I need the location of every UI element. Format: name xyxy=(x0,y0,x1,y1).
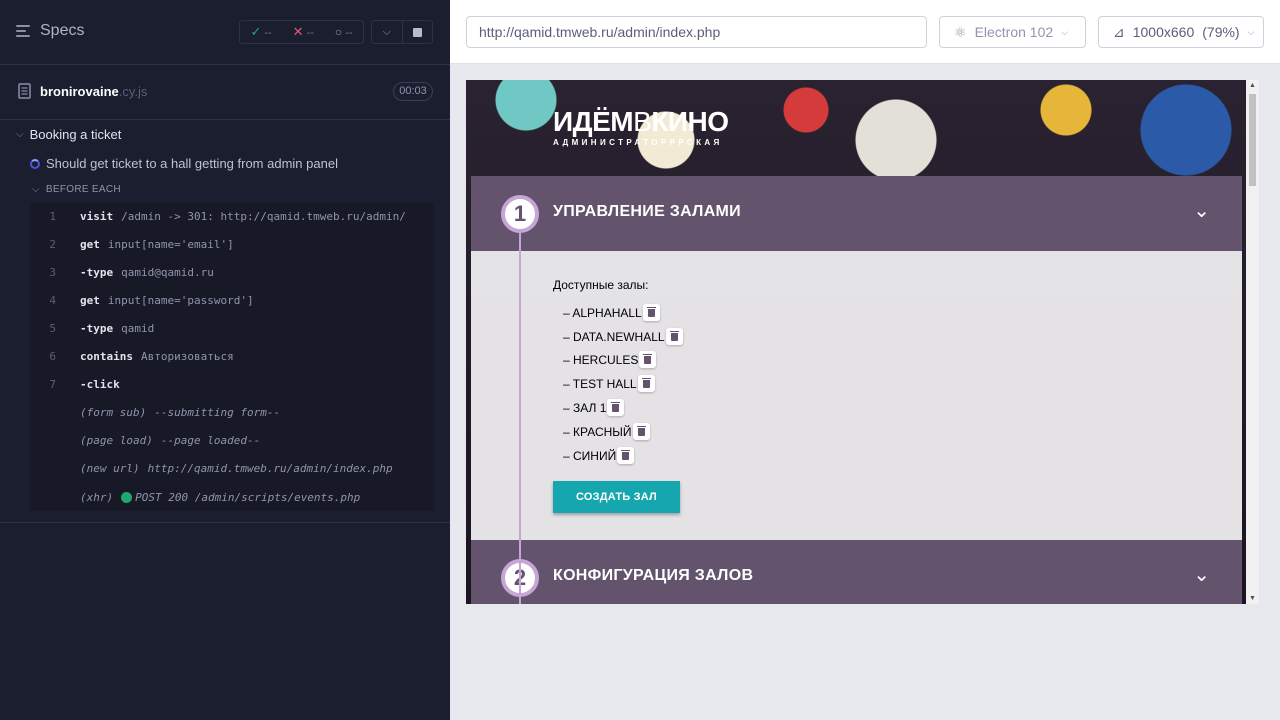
suite-title[interactable]: ⌵ Booking a ticket xyxy=(16,127,121,142)
duration-badge: 00:03 xyxy=(393,82,433,101)
event-row[interactable]: (xhr) POST 200 /admin/scripts/events.php xyxy=(30,483,434,511)
event-row[interactable]: (page load) --page loaded-- xyxy=(30,426,434,454)
stop-icon xyxy=(412,27,422,37)
stop-button[interactable] xyxy=(403,21,433,43)
running-spinner-icon xyxy=(30,158,40,169)
halls-label: Доступные залы: xyxy=(553,278,649,292)
url-bar[interactable]: http://qamid.tmweb.ru/admin/index.php xyxy=(466,16,927,48)
chevron-down-icon: ⌵ xyxy=(16,129,24,140)
electron-icon: ⚛ xyxy=(954,23,967,40)
hall-item: – КРАСНЫЙ xyxy=(563,423,650,440)
circle-notch-icon: ○ xyxy=(334,25,343,39)
trash-icon[interactable] xyxy=(665,328,683,345)
trash-icon[interactable] xyxy=(632,423,650,440)
menu-icon xyxy=(16,24,32,38)
hall-item: – TEST HALL xyxy=(563,375,655,392)
command-row[interactable]: 4 get input[name='password'] xyxy=(30,286,434,314)
reporter-panel: Specs ✓ -- ✕ -- ○ -- ⌵ bronirovaine.cy.j… xyxy=(0,0,450,720)
hall-item: – ALPHAHALL xyxy=(563,304,660,321)
trash-icon[interactable] xyxy=(637,375,655,392)
chevron-down-icon[interactable]: ⌄ xyxy=(1193,562,1210,587)
chevron-down-icon: ⌵ xyxy=(1061,26,1068,37)
chevron-down-icon: ⌵ xyxy=(1247,26,1255,37)
ruler-icon: ⊿ xyxy=(1113,23,1125,40)
trash-icon[interactable] xyxy=(639,351,657,368)
hall-item: – СИНИЙ xyxy=(563,447,635,464)
command-row[interactable]: 1 visit/admin -> 301: http://qamid.tmweb.… xyxy=(30,202,434,230)
chevron-down-icon: ⌵ xyxy=(32,184,40,195)
scroll-down-icon[interactable]: ▼ xyxy=(1249,595,1256,602)
site-logo: ИДЁМВКИНО АДМИНИСТРАТОРРРСКАЯ xyxy=(553,106,729,148)
section-hall-management-body: Доступные залы: – ALPHAHALL – DATA.NEWHA… xyxy=(471,251,1242,540)
app-frame: ИДЁМВКИНО АДМИНИСТРАТОРРРСКАЯ 1 УПРАВЛЕН… xyxy=(466,80,1259,604)
browser-selector[interactable]: ⚛ Electron 102 ⌵ xyxy=(939,16,1086,48)
trash-icon[interactable] xyxy=(642,304,660,321)
command-row[interactable]: 3 -type qamid@qamid.ru xyxy=(30,258,434,286)
specs-button[interactable]: Specs xyxy=(16,22,84,40)
chevron-down-icon[interactable]: ⌄ xyxy=(1193,198,1210,223)
viewport-info[interactable]: ⊿ 1000x660 (79%) ⌵ xyxy=(1098,16,1264,48)
run-controls: ⌵ xyxy=(371,20,433,44)
hook-title[interactable]: ⌵ BEFORE EACH xyxy=(32,184,121,195)
event-row[interactable]: (new url) http://qamid.tmweb.ru/admin/ind… xyxy=(30,454,434,482)
specs-label: Specs xyxy=(40,22,85,39)
chevron-down-icon[interactable]: ⌵ xyxy=(372,21,403,43)
hall-item: – ЗАЛ 1 xyxy=(563,399,625,416)
check-icon: ✓ xyxy=(250,24,262,39)
command-log: 1 visit/admin -> 301: http://qamid.tmweb.… xyxy=(30,202,434,511)
scrollbar-thumb[interactable] xyxy=(1249,94,1256,186)
x-icon: ✕ xyxy=(292,24,304,39)
event-row[interactable]: (form sub) --submitting form-- xyxy=(30,398,434,426)
section-hall-management-header[interactable]: 1 УПРАВЛЕНИЕ ЗАЛАМИ ⌄ xyxy=(471,176,1242,251)
vertical-scrollbar[interactable]: ▲ ▼ xyxy=(1246,80,1259,604)
section-title: КОНФИГУРАЦИЯ ЗАЛОВ xyxy=(553,567,754,584)
command-row[interactable]: 2 get input[name='email'] xyxy=(30,230,434,258)
hall-item: – HERCULES xyxy=(563,351,657,368)
admin-panel: 1 УПРАВЛЕНИЕ ЗАЛАМИ ⌄ Доступные залы: – … xyxy=(471,176,1242,604)
hall-item: – DATA.NEWHALL xyxy=(563,328,683,345)
command-row[interactable]: 6 contains Авторизоваться xyxy=(30,342,434,370)
passed-stat: ✓ -- xyxy=(250,24,272,39)
step-number: 1 xyxy=(501,195,539,233)
reporter-header: Specs ✓ -- ✕ -- ○ -- ⌵ xyxy=(0,0,450,65)
trash-icon[interactable] xyxy=(617,447,635,464)
status-dot-icon xyxy=(121,492,133,503)
trash-icon[interactable] xyxy=(607,399,625,416)
timeline-line xyxy=(519,232,521,604)
spec-file-name[interactable]: bronirovaine.cy.js xyxy=(40,84,147,99)
command-row[interactable]: 5 -type qamid xyxy=(30,314,434,342)
file-icon xyxy=(18,83,31,99)
failed-stat: ✕ -- xyxy=(292,24,314,39)
section-title: УПРАВЛЕНИЕ ЗАЛАМИ xyxy=(553,203,741,220)
aut-header: http://qamid.tmweb.ru/admin/index.php ⚛ … xyxy=(450,0,1280,64)
section-hall-config-header[interactable]: 2 КОНФИГУРАЦИЯ ЗАЛОВ ⌄ xyxy=(471,540,1242,604)
create-hall-button[interactable]: СОЗДАТЬ ЗАЛ xyxy=(553,481,680,513)
stats-bar: ✓ -- ✕ -- ○ -- xyxy=(239,20,364,44)
scroll-up-icon[interactable]: ▲ xyxy=(1249,82,1256,89)
pending-stat: ○ -- xyxy=(334,25,353,39)
command-row[interactable]: 7 -click xyxy=(30,370,434,398)
test-title[interactable]: Should get ticket to a hall getting from… xyxy=(30,156,338,171)
